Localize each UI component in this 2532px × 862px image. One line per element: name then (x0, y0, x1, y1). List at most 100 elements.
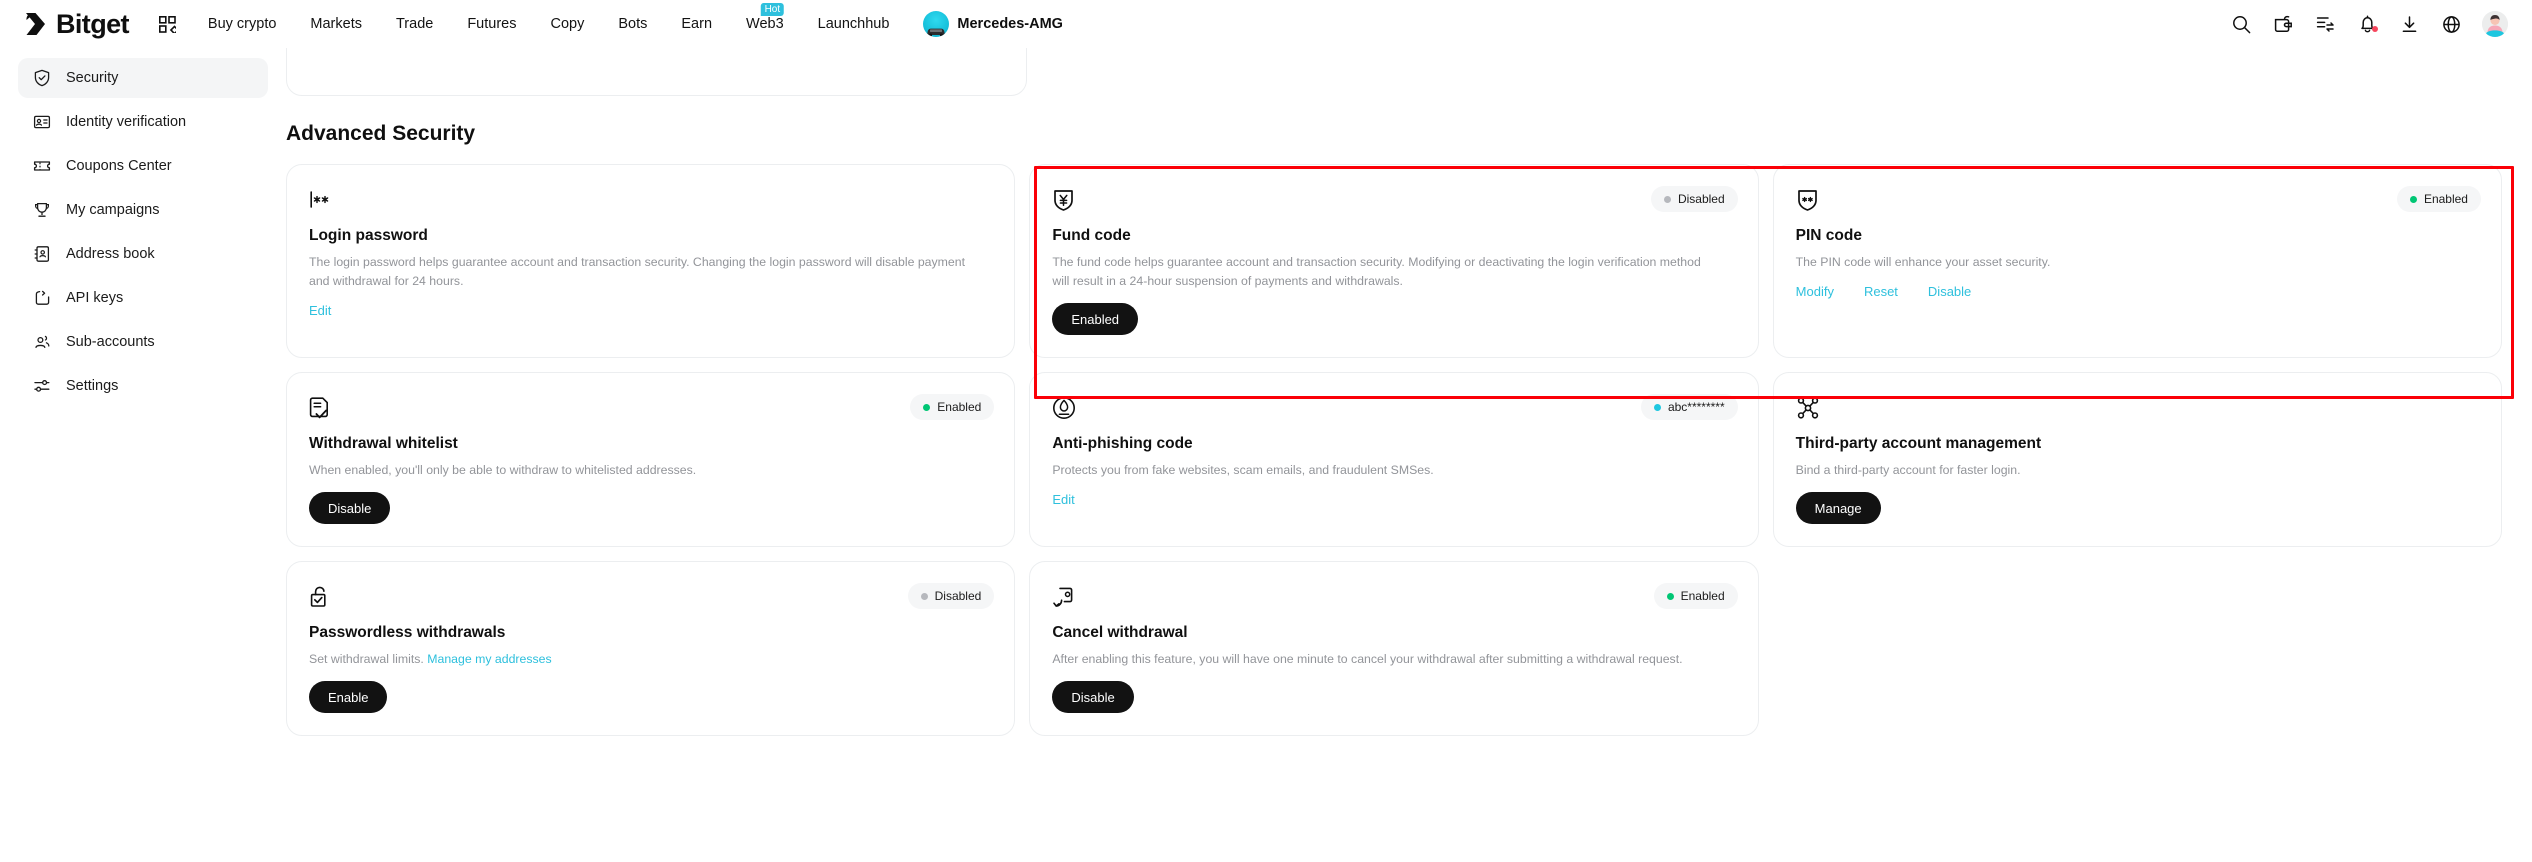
status-dot (1663, 195, 1671, 203)
nav-label: Web3 (746, 16, 784, 32)
shield-pin-icon (1796, 187, 1822, 213)
sidebar-item-address-book[interactable]: Address book (18, 234, 268, 274)
nav-item-earn[interactable]: Earn (664, 0, 729, 48)
amg-car-icon (923, 11, 950, 37)
sidebar-item-coupons-center[interactable]: Coupons Center (18, 146, 268, 186)
nav-item-markets[interactable]: Markets (293, 0, 379, 48)
sidebar-item-label: Identity verification (66, 114, 187, 130)
status-label: Enabled (2423, 192, 2468, 206)
search-icon[interactable] (2230, 13, 2252, 35)
nav-item-web3[interactable]: Hot Web3 (729, 0, 801, 48)
status-dot (923, 403, 931, 411)
sidebar-item-my-campaigns[interactable]: My campaigns (18, 190, 268, 230)
card-pin-code: Enabled PIN code The PIN code will enhan… (1772, 164, 2502, 359)
orders-icon[interactable] (2314, 13, 2336, 35)
status-badge-passwordless-withdrawals: Disabled (907, 583, 995, 610)
card-title: Third-party account management (1795, 435, 2042, 453)
manage-third-party-accounts-button[interactable]: Manage (1795, 492, 1881, 525)
status-badge-fund-code: Disabled (1650, 186, 1738, 212)
sidebar-item-settings[interactable]: Settings (18, 366, 268, 406)
wallet-icon[interactable] (2272, 13, 2294, 35)
card-title: Login password (309, 227, 428, 244)
sidebar-item-security[interactable]: Security (18, 58, 268, 98)
sidebar-item-label: Sub-accounts (66, 334, 155, 350)
card-actions: Edit (309, 303, 992, 318)
card-description: Bind a third-party account for faster lo… (1795, 463, 2021, 478)
card-description: Set withdrawal limits. Manage my address… (309, 650, 972, 669)
status-label: Enabled (1680, 589, 1725, 604)
nav-label: Markets (310, 16, 362, 32)
disable-cancel-withdrawal-button[interactable]: Disable (1052, 681, 1134, 714)
nav-label: Earn (681, 16, 713, 32)
nav-item-copy[interactable]: Copy (534, 0, 602, 48)
undo-withdrawal-icon (1052, 584, 1078, 610)
language-globe-icon[interactable] (2440, 13, 2462, 35)
sidebar-item-label: Security (66, 70, 119, 86)
disable-pin-link[interactable]: Disable (1928, 284, 1971, 299)
download-icon[interactable] (2398, 13, 2420, 35)
sidebar-item-label: Address book (66, 246, 155, 262)
status-dot (1653, 403, 1661, 411)
user-avatar[interactable] (2482, 11, 2508, 37)
manage-my-addresses-link[interactable]: Manage my addresses (427, 652, 551, 666)
apps-grid-icon[interactable] (151, 7, 185, 41)
password-asterisk-icon (309, 187, 335, 213)
status-badge-cancel-withdrawal: Enabled (1653, 583, 1738, 610)
nav-item-futures[interactable]: Futures (450, 0, 533, 48)
enable-passwordless-withdrawals-button[interactable]: Enable (309, 681, 388, 714)
promo-label: Mercedes-AMG (957, 16, 1063, 32)
nav-item-trade[interactable]: Trade (379, 0, 450, 48)
hot-badge: Hot (760, 3, 785, 16)
bitget-logo[interactable]: Bitget (22, 8, 130, 39)
shield-yen-icon (1052, 187, 1078, 213)
disable-withdrawal-whitelist-button[interactable]: Disable (309, 492, 391, 525)
nav-item-buy-crypto[interactable]: Buy crypto (191, 0, 294, 48)
nav-item-bots[interactable]: Bots (601, 0, 664, 48)
sidebar-item-api-keys[interactable]: API keys (18, 278, 268, 318)
status-badge-anti-phishing-code: abc******** (1640, 394, 1738, 421)
sliders-icon (32, 376, 52, 396)
card-anti-phishing-code: abc******** Anti-phishing code Protects … (1029, 372, 1759, 548)
notification-dot (2372, 26, 2378, 32)
sidebar-item-label: Settings (66, 378, 119, 394)
modify-pin-link[interactable]: Modify (1796, 284, 1834, 299)
card-description-text: Set withdrawal limits. (309, 652, 428, 667)
sidebar-item-sub-accounts[interactable]: Sub-accounts (18, 322, 268, 362)
edit-anti-phishing-link[interactable]: Edit (1052, 492, 1074, 507)
notifications-bell-icon[interactable] (2356, 13, 2378, 35)
sidebar-item-identity-verification[interactable]: Identity verification (18, 102, 268, 142)
sidebar-item-label: Coupons Center (66, 158, 172, 174)
nav-label: Launchhub (817, 16, 890, 32)
anti-phishing-icon (1052, 395, 1078, 421)
top-header: Bitget Buy crypto Markets Trade Futures … (0, 0, 2532, 48)
account-sidebar: Security Identity verification Coupons C… (0, 48, 286, 862)
card-third-party-account-management: Third-party account management Bind a th… (1772, 372, 2502, 548)
card-title: Cancel withdrawal (1052, 624, 1188, 642)
security-cards-grid: Login password The login password helps … (286, 164, 2502, 737)
shield-check-icon (32, 68, 52, 88)
card-description: The PIN code will enhance your asset sec… (1795, 255, 2051, 269)
card-title: Anti-phishing code (1052, 435, 1193, 453)
status-badge-withdrawal-whitelist: Enabled (910, 394, 995, 421)
main-nav: Buy crypto Markets Trade Futures Copy Bo… (191, 0, 1080, 48)
brand-name: Bitget (56, 8, 130, 39)
enable-fund-code-button[interactable]: Enabled (1052, 303, 1139, 336)
previous-section-card-partial (286, 48, 1027, 96)
card-title: Passwordless withdrawals (309, 624, 506, 642)
card-description: The fund code helps guarantee account an… (1052, 255, 1701, 289)
nav-item-launchhub[interactable]: Launchhub (801, 0, 907, 48)
ticket-icon (32, 156, 52, 176)
card-title: Fund code (1052, 227, 1131, 244)
nav-label: Trade (395, 16, 434, 32)
card-description: When enabled, you'll only be able to wit… (309, 463, 697, 478)
header-actions (2230, 11, 2508, 37)
card-description: After enabling this feature, you will ha… (1052, 652, 1683, 667)
address-book-icon (32, 244, 52, 264)
status-label: abc******** (1667, 400, 1725, 415)
edit-login-password-link[interactable]: Edit (309, 303, 331, 318)
card-actions: Edit (1052, 492, 1735, 507)
code-brackets-icon (32, 288, 52, 308)
reset-pin-link[interactable]: Reset (1864, 284, 1898, 299)
nav-item-mercedes-amg[interactable]: Mercedes-AMG (906, 11, 1080, 37)
card-fund-code: Disabled Fund code The fund code helps g… (1029, 164, 1759, 359)
